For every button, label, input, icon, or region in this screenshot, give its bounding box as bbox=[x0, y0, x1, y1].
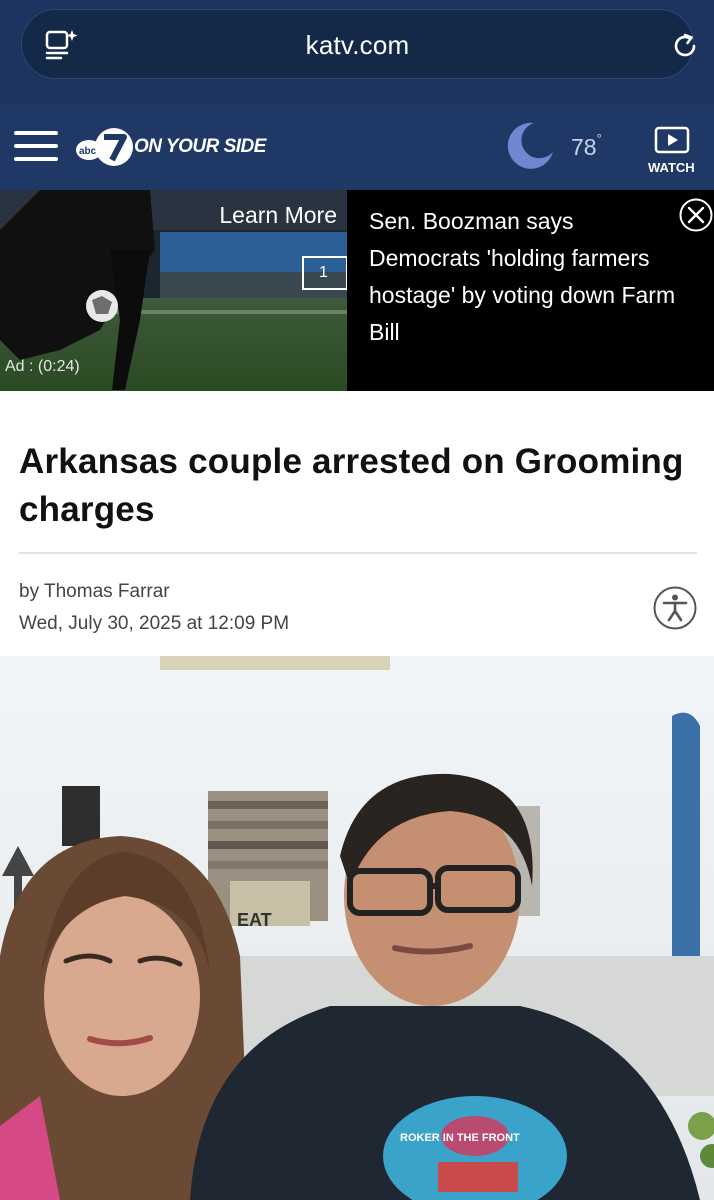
url-text[interactable]: katv.com bbox=[22, 10, 693, 80]
site-header: abc ON YOUR SIDE 78° WATCH bbox=[0, 104, 714, 190]
ad-counter: 1 bbox=[302, 256, 347, 290]
promo-headline-text[interactable]: Sen. Boozman says Democrats 'holding far… bbox=[369, 203, 679, 351]
browser-toolbar: katv.com bbox=[0, 0, 714, 104]
learn-more-link[interactable]: Learn More bbox=[219, 202, 337, 229]
accessibility-icon[interactable] bbox=[653, 586, 697, 630]
logo-tagline: ON YOUR SIDE bbox=[134, 136, 266, 157]
article-headline: Arkansas couple arrested on Grooming cha… bbox=[19, 442, 684, 529]
moon-icon bbox=[507, 122, 553, 169]
play-icon[interactable] bbox=[654, 126, 690, 154]
watch-link[interactable]: WATCH bbox=[648, 160, 695, 175]
reload-icon[interactable] bbox=[668, 29, 702, 63]
close-icon[interactable] bbox=[678, 197, 714, 233]
address-bar[interactable]: katv.com bbox=[21, 9, 696, 80]
article-date: Wed, July 30, 2025 at 12:09 PM bbox=[19, 613, 290, 634]
hamburger-menu-icon[interactable] bbox=[14, 131, 58, 163]
shirt-text: ROKER IN THE FRONT bbox=[400, 1132, 520, 1144]
svg-text:abc: abc bbox=[79, 146, 97, 157]
couple-photo: EAT ROKER IN THE FRONT bbox=[0, 656, 714, 1200]
site-logo[interactable]: abc ON YOUR SIDE bbox=[74, 126, 266, 168]
article-header: Arkansas couple arrested on Grooming cha… bbox=[0, 391, 714, 656]
article-photo[interactable]: EAT ROKER IN THE FRONT bbox=[0, 656, 714, 1200]
ad-timer: Ad : (0:24) bbox=[5, 358, 80, 375]
promo-headline-banner[interactable]: Sen. Boozman says Democrats 'holding far… bbox=[347, 190, 714, 391]
kitchen-sign-text: EAT bbox=[237, 910, 272, 930]
ad-video-player[interactable]: Learn More 1 Ad : (0:24) bbox=[0, 190, 347, 391]
divider bbox=[19, 552, 697, 554]
article-byline: by Thomas Farrar bbox=[19, 581, 170, 602]
temperature: 78° bbox=[571, 131, 602, 160]
abc7-logo-icon: abc bbox=[76, 128, 133, 166]
